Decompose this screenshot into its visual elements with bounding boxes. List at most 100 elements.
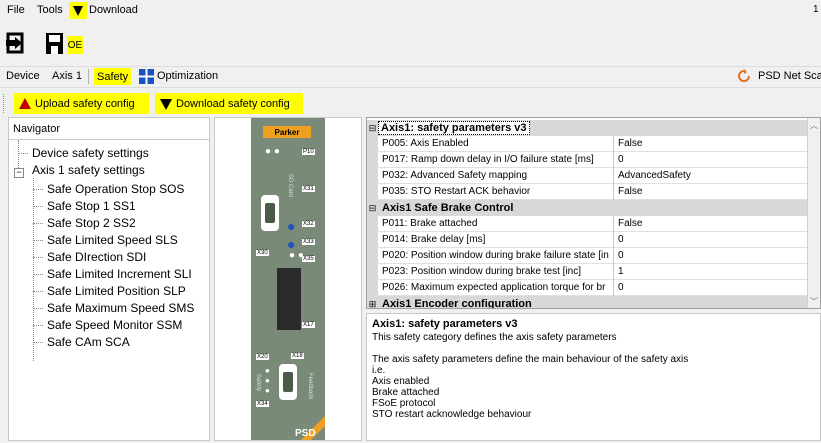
device-image: Parker ● ● P10 SD Card X31 ● X32 ● X33 X… <box>251 118 325 440</box>
safety-leds: ● ● ● <box>265 366 270 395</box>
description-title: Axis1: safety parameters v3 <box>372 318 518 330</box>
expand-icon[interactable]: ⊞ <box>367 299 378 309</box>
description-line: Axis enabled <box>372 376 430 387</box>
param-name: P035: STO Restart ACK behavior <box>378 184 614 200</box>
category-title: Axis1: safety parameters v3 <box>378 121 530 135</box>
navigator-tree: Device safety settings − Axis 1 safety s… <box>9 140 209 440</box>
param-value[interactable]: 0 <box>614 152 809 168</box>
description-line: Brake attached <box>372 387 440 398</box>
download-label: Download safety config <box>176 97 290 110</box>
tab-device[interactable]: Device <box>6 70 40 82</box>
refresh-icon[interactable] <box>737 69 751 86</box>
port-label-x35: X35 <box>302 256 315 262</box>
port-label-x32: X32 <box>302 221 315 227</box>
nav-tabs: Device Axis 1 Safety Optimization PSD Ne… <box>0 66 821 88</box>
upload-icon <box>19 97 31 109</box>
oe-button[interactable]: OE <box>67 36 83 54</box>
category-safe-brake-control[interactable]: ⊟ Axis1 Safe Brake Control <box>367 200 809 216</box>
tree-item-ssm[interactable]: Safe Speed Monitor SSM <box>47 318 182 332</box>
navigator-panel: Navigator Device safety settings − Axis … <box>8 117 210 441</box>
param-name: P005: Axis Enabled <box>378 136 614 152</box>
db-connector-bottom <box>279 364 297 400</box>
menu-overflow: 1 <box>813 4 819 15</box>
param-value[interactable]: False <box>614 136 809 152</box>
icon-toolbar: OE <box>0 30 821 58</box>
param-name: P023: Position window during brake test … <box>378 264 614 280</box>
parker-logo: Parker <box>263 126 311 138</box>
description-line: FSoE protocol <box>372 398 436 409</box>
save-icon[interactable] <box>45 30 64 56</box>
grip <box>3 94 5 113</box>
blue-button-1: ● <box>287 218 296 234</box>
device-image-panel: Parker ● ● P10 SD Card X31 ● X32 ● X33 X… <box>214 117 362 441</box>
param-row[interactable]: P014: Brake delay [ms] 0 <box>367 232 809 248</box>
scroll-up-icon[interactable]: ︿ <box>810 120 818 131</box>
param-row[interactable]: P026: Maximum expected application torqu… <box>367 280 809 296</box>
tree-item-sms[interactable]: Safe Maximum Speed SMS <box>47 301 194 315</box>
param-value[interactable]: 1 <box>614 264 809 280</box>
download-menu-icon[interactable] <box>69 2 87 19</box>
tab-axis1[interactable]: Axis 1 <box>52 70 82 82</box>
param-row[interactable]: P035: STO Restart ACK behavior False <box>367 184 809 200</box>
tree-item-slp[interactable]: Safe Limited Position SLP <box>47 284 186 298</box>
category-safety-parameters[interactable]: ⊟ Axis1: safety parameters v3 <box>367 120 809 136</box>
param-row[interactable]: P032: Advanced Safety mapping AdvancedSaf… <box>367 168 809 184</box>
terminal-block <box>277 268 301 330</box>
category-encoder-configuration[interactable]: ⊞ Axis1 Encoder configuration <box>367 296 809 309</box>
param-value[interactable]: 0 <box>614 280 809 296</box>
tree-item-ss2[interactable]: Safe Stop 2 SS2 <box>47 216 136 230</box>
db-connector-top <box>261 195 279 231</box>
parameter-grid: ⊟ Axis1: safety parameters v3 P005: Axis… <box>366 117 821 309</box>
menu-tools[interactable]: Tools <box>37 4 63 16</box>
param-name: P020: Position window during brake failu… <box>378 248 614 264</box>
download-safety-config-button[interactable]: Download safety config <box>155 93 303 114</box>
tree-axis1-safety-settings[interactable]: Axis 1 safety settings <box>32 163 145 177</box>
tree-item-sli[interactable]: Safe Limited Increment SLI <box>47 267 192 281</box>
collapse-icon[interactable]: ⊟ <box>367 123 378 134</box>
menu-download[interactable]: Download <box>89 4 138 16</box>
param-name: P014: Brake delay [ms] <box>378 232 614 248</box>
navigator-header: Navigator <box>9 118 209 140</box>
param-row[interactable]: P023: Position window during brake test … <box>367 264 809 280</box>
menubar: File Tools Download 1 <box>0 0 821 22</box>
param-value[interactable]: False <box>614 216 809 232</box>
port-label-x33: X33 <box>302 239 315 245</box>
param-row[interactable]: P005: Axis Enabled False <box>367 136 809 152</box>
psd-label: PSD <box>295 428 316 439</box>
scroll-down-icon[interactable]: ﹀ <box>810 296 818 307</box>
collapse-icon[interactable]: − <box>14 168 24 178</box>
menu-file[interactable]: File <box>7 4 25 16</box>
description-subtitle: This safety category defines the axis sa… <box>372 332 617 343</box>
port-label-x34: X34 <box>256 401 269 407</box>
param-row[interactable]: P020: Position window during brake failu… <box>367 248 809 264</box>
tree-item-sdi[interactable]: Safe DIrection SDI <box>47 250 146 264</box>
param-value[interactable]: 0 <box>614 248 809 264</box>
collapse-icon[interactable]: ⊟ <box>367 203 378 214</box>
download-icon <box>160 98 172 110</box>
param-name: P026: Maximum expected application torqu… <box>378 280 614 296</box>
tab-safety[interactable]: Safety <box>94 68 132 85</box>
tree-item-sos[interactable]: Safe Operation Stop SOS <box>47 182 184 196</box>
upload-label: Upload safety config <box>35 97 135 110</box>
port-label-x31: X31 <box>302 186 315 192</box>
tree-item-sls[interactable]: Safe Limited Speed SLS <box>47 233 178 247</box>
tree-device-safety-settings[interactable]: Device safety settings <box>32 146 149 160</box>
tab-optimization[interactable]: Optimization <box>157 70 218 82</box>
param-value[interactable]: False <box>614 184 809 200</box>
param-row[interactable]: P017: Ramp down delay in I/O failure sta… <box>367 152 809 168</box>
description-line: STO restart acknowledge behaviour <box>372 409 532 420</box>
param-value[interactable]: AdvancedSafety <box>614 168 809 184</box>
psd-net-scan[interactable]: PSD Net Scar <box>758 70 821 82</box>
exit-icon[interactable] <box>6 32 26 57</box>
param-value[interactable]: 0 <box>614 232 809 248</box>
param-row[interactable]: P011: Brake attached False <box>367 216 809 232</box>
vertical-scrollbar[interactable]: ︿ ﹀ <box>807 118 820 308</box>
description-line: i.e. <box>372 365 386 376</box>
param-name: P011: Brake attached <box>378 216 614 232</box>
optimization-icon <box>139 69 154 87</box>
port-label-x17: X17 <box>302 322 315 328</box>
tree-item-ss1[interactable]: Safe Stop 1 SS1 <box>47 199 136 213</box>
upload-safety-config-button[interactable]: Upload safety config <box>14 93 149 114</box>
sd-card-label: SD Card <box>287 174 293 198</box>
tree-item-sca[interactable]: Safe CAm SCA <box>47 335 130 349</box>
